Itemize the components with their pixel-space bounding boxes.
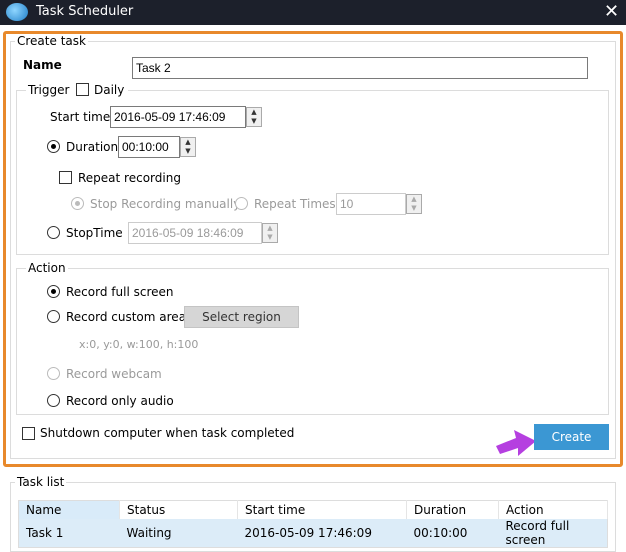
create-task-label: Create task: [15, 34, 88, 48]
action-label: Action: [26, 261, 68, 275]
cell-duration: 00:10:00: [406, 518, 499, 547]
record-webcam-radio[interactable]: [47, 367, 60, 380]
cell-start-time: 2016-05-09 17:46:09: [237, 518, 407, 547]
stop-manually-label: Stop Recording manually: [90, 197, 241, 211]
column-name[interactable]: Name: [18, 500, 120, 519]
daily-label: Daily: [94, 83, 125, 97]
create-button[interactable]: Create: [534, 424, 609, 450]
start-time-input[interactable]: [110, 106, 246, 128]
record-custom-area-radio[interactable]: [47, 310, 60, 323]
repeat-times-label: Repeat Times: [254, 197, 336, 211]
stop-time-spinner[interactable]: ▲ ▼: [262, 223, 278, 243]
app-camera-icon: [6, 3, 28, 21]
task-list-label: Task list: [15, 475, 67, 489]
stop-time-radio[interactable]: [47, 226, 60, 239]
record-full-screen-label: Record full screen: [66, 285, 174, 299]
stop-manually-radio[interactable]: [71, 197, 84, 210]
start-time-spinner[interactable]: ▲ ▼: [246, 107, 262, 127]
duration-radio[interactable]: [47, 140, 60, 153]
duration-spinner[interactable]: ▲ ▼: [180, 137, 196, 157]
record-full-screen-radio[interactable]: [47, 285, 60, 298]
column-action[interactable]: Action: [498, 500, 608, 519]
column-status[interactable]: Status: [119, 500, 238, 519]
table-header: Name Status Start time Duration Action: [18, 500, 608, 519]
column-start-time[interactable]: Start time: [237, 500, 407, 519]
task-table: Name Status Start time Duration Action T…: [18, 500, 608, 548]
repeat-times-spinner[interactable]: ▲ ▼: [406, 194, 422, 214]
record-audio-radio[interactable]: [47, 394, 60, 407]
record-audio-label: Record only audio: [66, 394, 174, 408]
repeat-recording-label: Repeat recording: [78, 171, 181, 185]
close-icon[interactable]: ✕: [604, 1, 619, 22]
column-duration[interactable]: Duration: [406, 500, 499, 519]
name-label: Name: [23, 58, 62, 72]
repeat-times-radio[interactable]: [235, 197, 248, 210]
shutdown-checkbox[interactable]: [22, 427, 35, 440]
shutdown-label: Shutdown computer when task completed: [40, 426, 295, 440]
trigger-label: Trigger: [28, 83, 70, 97]
select-region-button[interactable]: Select region: [184, 306, 299, 328]
region-coordinates: x:0, y:0, w:100, h:100: [79, 338, 199, 351]
table-row[interactable]: Task 1 Waiting 2016-05-09 17:46:09 00:10…: [18, 518, 608, 547]
duration-input[interactable]: [118, 136, 180, 158]
cell-status: Waiting: [119, 518, 238, 547]
duration-label: Duration: [66, 140, 119, 154]
stop-time-label: StopTime: [66, 226, 123, 240]
record-custom-area-label: Record custom area: [66, 310, 187, 324]
cell-action: Record full screen: [498, 518, 608, 547]
daily-checkbox[interactable]: [76, 83, 89, 96]
window-title: Task Scheduler: [36, 4, 134, 19]
repeat-recording-checkbox[interactable]: [59, 171, 72, 184]
trigger-header: Trigger Daily: [26, 82, 128, 98]
name-input[interactable]: [132, 57, 588, 79]
cell-name: Task 1: [18, 518, 120, 547]
start-time-label: Start time: [50, 110, 111, 124]
title-bar: Task Scheduler ✕: [0, 0, 626, 25]
stop-time-input[interactable]: [128, 222, 262, 244]
repeat-times-input[interactable]: [336, 193, 406, 215]
record-webcam-label: Record webcam: [66, 367, 162, 381]
